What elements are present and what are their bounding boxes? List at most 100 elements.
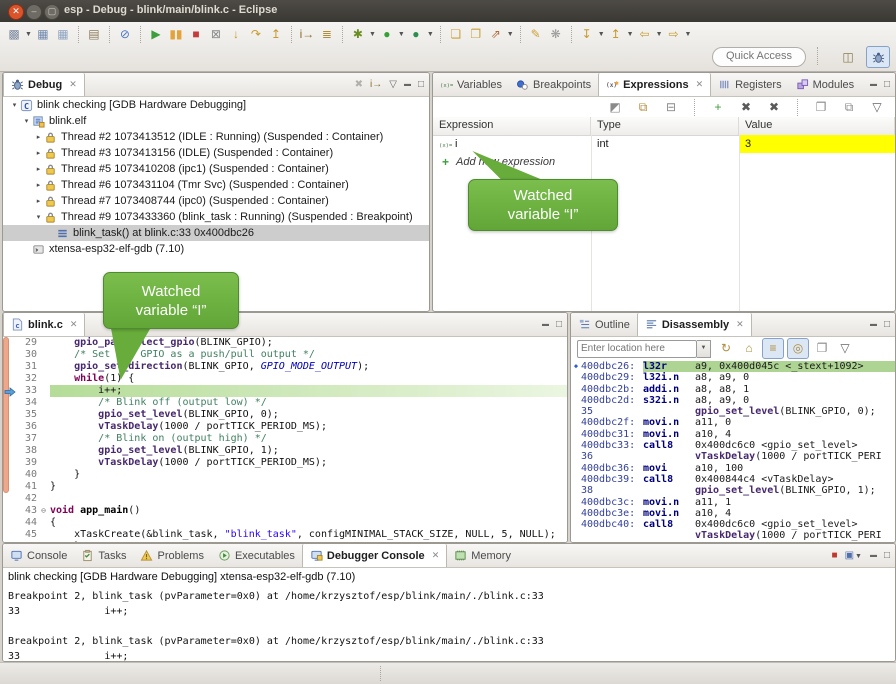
- line-number[interactable]: 41: [12, 481, 37, 493]
- view-menu-button[interactable]: ▽: [835, 339, 855, 358]
- last-edit-location-button[interactable]: ↧▼: [577, 25, 606, 44]
- flash-target-button[interactable]: ⇗▼: [486, 25, 515, 44]
- line-number[interactable]: 39: [12, 457, 37, 469]
- line-number[interactable]: 37: [12, 433, 37, 445]
- debug-tree-row[interactable]: ▾Thread #9 1073433360 (blink_task : Runn…: [3, 209, 429, 225]
- line-number[interactable]: 36: [12, 421, 37, 433]
- line-number[interactable]: 38: [12, 445, 37, 457]
- instruction-stepping-mode-button[interactable]: i→: [370, 80, 382, 90]
- line-number[interactable]: 29: [12, 337, 37, 349]
- link-with-debug-view-button[interactable]: ⧉: [839, 98, 859, 117]
- tab-problems[interactable]: Problems: [133, 544, 210, 567]
- code-editor[interactable]: 29 gpio_pad_select_gpio(BLINK_GPIO);30 /…: [3, 337, 567, 542]
- run-launch-button[interactable]: ●▼: [377, 25, 406, 44]
- back-history-button[interactable]: ⇦▼: [635, 25, 664, 44]
- view-menu-button[interactable]: ▽: [389, 80, 397, 90]
- new-disassembly-view-button[interactable]: ❐: [812, 339, 832, 358]
- maximize-button[interactable]: □: [556, 320, 562, 330]
- tree-twisty-icon[interactable]: ▸: [33, 181, 44, 189]
- tree-twisty-icon[interactable]: ▸: [33, 197, 44, 205]
- tab-executables[interactable]: Executables: [211, 544, 302, 567]
- show-logical-structures-button[interactable]: ⧉: [633, 98, 653, 117]
- new-expressions-view-button[interactable]: ❐: [811, 98, 831, 117]
- minimize-button[interactable]: ▬: [870, 552, 877, 559]
- skip-all-breakpoints-button[interactable]: ⊘: [115, 25, 135, 44]
- minimize-button[interactable]: ▬: [870, 81, 877, 88]
- debug-tree-row[interactable]: blink_task() at blink.c:33 0x400dbc26: [3, 225, 429, 241]
- debug-launch-button[interactable]: ✱▼: [348, 25, 377, 44]
- display-selected-console-button[interactable]: ▣▼: [845, 551, 863, 561]
- resume-button[interactable]: ▶: [146, 25, 166, 44]
- debug-perspective-button[interactable]: [866, 46, 890, 68]
- step-into-button[interactable]: ↓: [226, 25, 246, 44]
- tab-debugger-console[interactable]: Debugger Console✕: [302, 544, 447, 567]
- tree-twisty-icon[interactable]: ▸: [33, 149, 44, 157]
- home-pc-button[interactable]: ⌂: [739, 339, 759, 358]
- refresh-view-button[interactable]: ↻: [716, 339, 736, 358]
- column-divider[interactable]: [739, 135, 740, 311]
- settings-gear-button[interactable]: ❋: [546, 25, 566, 44]
- tab-close-icon[interactable]: ✕: [70, 319, 78, 330]
- debug-tree-row[interactable]: ▸Thread #7 1073408744 (ipc0) (Suspended …: [3, 193, 429, 209]
- show-source-button[interactable]: ≡: [762, 338, 784, 359]
- window-maximize-button[interactable]: ▢: [44, 4, 60, 20]
- debug-tree-row[interactable]: ▾blink.elf: [3, 113, 429, 129]
- tab-expressions[interactable]: (x)✱Expressions✕: [598, 73, 711, 96]
- maximize-button[interactable]: □: [884, 80, 890, 90]
- tab-registers[interactable]: Registers: [711, 73, 788, 96]
- external-tools-button[interactable]: ●▼: [406, 25, 435, 44]
- tab-outline[interactable]: Outline: [571, 313, 637, 336]
- new-wizard-button[interactable]: ▩▼: [4, 25, 33, 44]
- disassembly-listing[interactable]: ◆400dbc26:l32ra9, 0x400d045c <_stext+109…: [571, 360, 895, 542]
- quick-access-button[interactable]: Quick Access: [712, 47, 806, 67]
- minimize-button[interactable]: ▬: [542, 321, 549, 328]
- tab-close-icon[interactable]: ✕: [69, 79, 77, 90]
- save-all-button[interactable]: ▦: [53, 25, 73, 44]
- window-close-button[interactable]: ✕: [8, 4, 24, 20]
- debug-tree-row[interactable]: ▸Thread #5 1073410208 (ipc1) (Suspended …: [3, 161, 429, 177]
- debug-tree-row[interactable]: ▾Cblink checking [GDB Hardware Debugging…: [3, 97, 429, 113]
- add-expression-button[interactable]: +: [708, 98, 728, 117]
- line-number[interactable]: 31: [12, 361, 37, 373]
- tree-twisty-icon[interactable]: ▾: [33, 213, 44, 221]
- view-menu-button[interactable]: ▽: [867, 98, 887, 117]
- column-header-expression[interactable]: Expression: [433, 117, 591, 135]
- tab-variables[interactable]: (x)=Variables: [433, 73, 509, 96]
- column-header-value[interactable]: Value: [739, 117, 895, 135]
- sync-with-active-context-button[interactable]: ◎: [787, 338, 809, 359]
- line-number[interactable]: 34: [12, 397, 37, 409]
- remove-expression-button[interactable]: ✖: [736, 98, 756, 117]
- terminate-console-button[interactable]: ■: [832, 551, 838, 561]
- debug-tree-row[interactable]: ▸Thread #6 1073431104 (Tmr Svc) (Suspend…: [3, 177, 429, 193]
- line-number[interactable]: 32: [12, 373, 37, 385]
- remove-all-terminated-button[interactable]: ✖: [355, 80, 363, 90]
- remove-all-expressions-button[interactable]: ✖: [764, 98, 784, 117]
- disconnect-button[interactable]: ⊠: [206, 25, 226, 44]
- maximize-button[interactable]: □: [418, 80, 424, 90]
- next-annotation-button[interactable]: ↥▼: [606, 25, 635, 44]
- tree-twisty-icon[interactable]: ▸: [33, 165, 44, 173]
- tree-twisty-icon[interactable]: ▸: [33, 133, 44, 141]
- debug-tree-row[interactable]: ▸Thread #2 1073413512 (IDLE : Running) (…: [3, 129, 429, 145]
- use-step-filters-button[interactable]: ≣: [317, 25, 337, 44]
- collapse-all-button[interactable]: ⊟: [661, 98, 681, 117]
- open-perspective-button[interactable]: ◫: [837, 47, 859, 67]
- terminate-button[interactable]: ■: [186, 25, 206, 44]
- tab-close-icon[interactable]: ✕: [696, 79, 704, 90]
- tree-twisty-icon[interactable]: ▾: [21, 117, 32, 125]
- line-number[interactable]: 40: [12, 469, 37, 481]
- forward-history-button[interactable]: ⇨▼: [664, 25, 693, 44]
- tab-debug[interactable]: Debug✕: [3, 73, 85, 96]
- line-number[interactable]: 42: [12, 493, 37, 505]
- debug-tree-row[interactable]: ▸Thread #3 1073413156 (IDLE) (Suspended …: [3, 145, 429, 161]
- tab-breakpoints[interactable]: Breakpoints: [509, 73, 598, 96]
- debug-tree-row[interactable]: xtensa-esp32-elf-gdb (7.10): [3, 241, 429, 257]
- tab-memory[interactable]: Memory: [447, 544, 518, 567]
- step-return-button[interactable]: ↥: [266, 25, 286, 44]
- tab-blink.c[interactable]: cblink.c✕: [3, 313, 85, 336]
- tab-tasks[interactable]: Tasks: [74, 544, 133, 567]
- tab-modules[interactable]: Modules: [789, 73, 862, 96]
- location-dropdown-button[interactable]: ▼: [697, 340, 711, 358]
- instruction-stepping-button[interactable]: i→: [297, 25, 317, 44]
- tab-disassembly[interactable]: Disassembly✕: [637, 313, 752, 336]
